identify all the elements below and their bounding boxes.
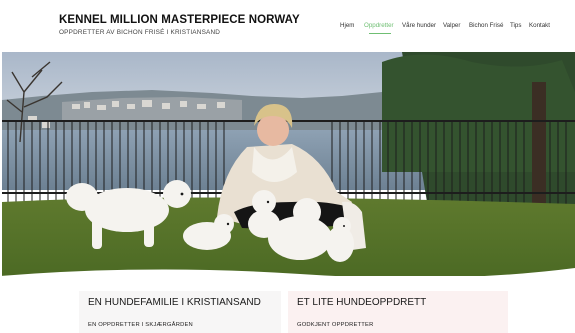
nav-item-hjem[interactable]: Hjem [340,22,354,29]
card-title-breeding: ET LITE HUNDEOPPDRETT [297,297,427,308]
nav-item-tips[interactable]: Tips [510,22,521,29]
nav-item-kontakt[interactable]: Kontakt [529,22,550,29]
site-header: KENNEL MILLION MASTERPIECE NORWAY OPPDRE… [0,0,575,52]
card-subtitle-family: EN OPPDRETTER I SKJÆRGÅRDEN [88,322,193,328]
nav-item-valper[interactable]: Valper [443,22,460,29]
site-title[interactable]: KENNEL MILLION MASTERPIECE NORWAY [59,14,300,26]
hero-image [2,52,575,276]
intro-card-family: EN HUNDEFAMILIE I KRISTIANSAND EN OPPDRE… [79,291,281,333]
card-title-family: EN HUNDEFAMILIE I KRISTIANSAND [88,297,261,308]
nav-item-vare-hunder[interactable]: Våre hunder [402,22,436,29]
active-nav-indicator [369,33,391,34]
intro-card-breeding: ET LITE HUNDEOPPDRETT GODKJENT OPPDRETTE… [288,291,508,333]
hero-wave-divider [0,268,575,292]
card-subtitle-breeding: GODKJENT OPPDRETTER [297,322,374,328]
nav-item-oppdretter[interactable]: Oppdretter [364,22,394,29]
hero-photo [2,52,575,276]
site-subtitle: OPPDRETTER AV BICHON FRISÉ I KRISTIANSAN… [59,29,221,36]
nav-item-bichon-frise[interactable]: Bichon Frisé [469,22,503,29]
